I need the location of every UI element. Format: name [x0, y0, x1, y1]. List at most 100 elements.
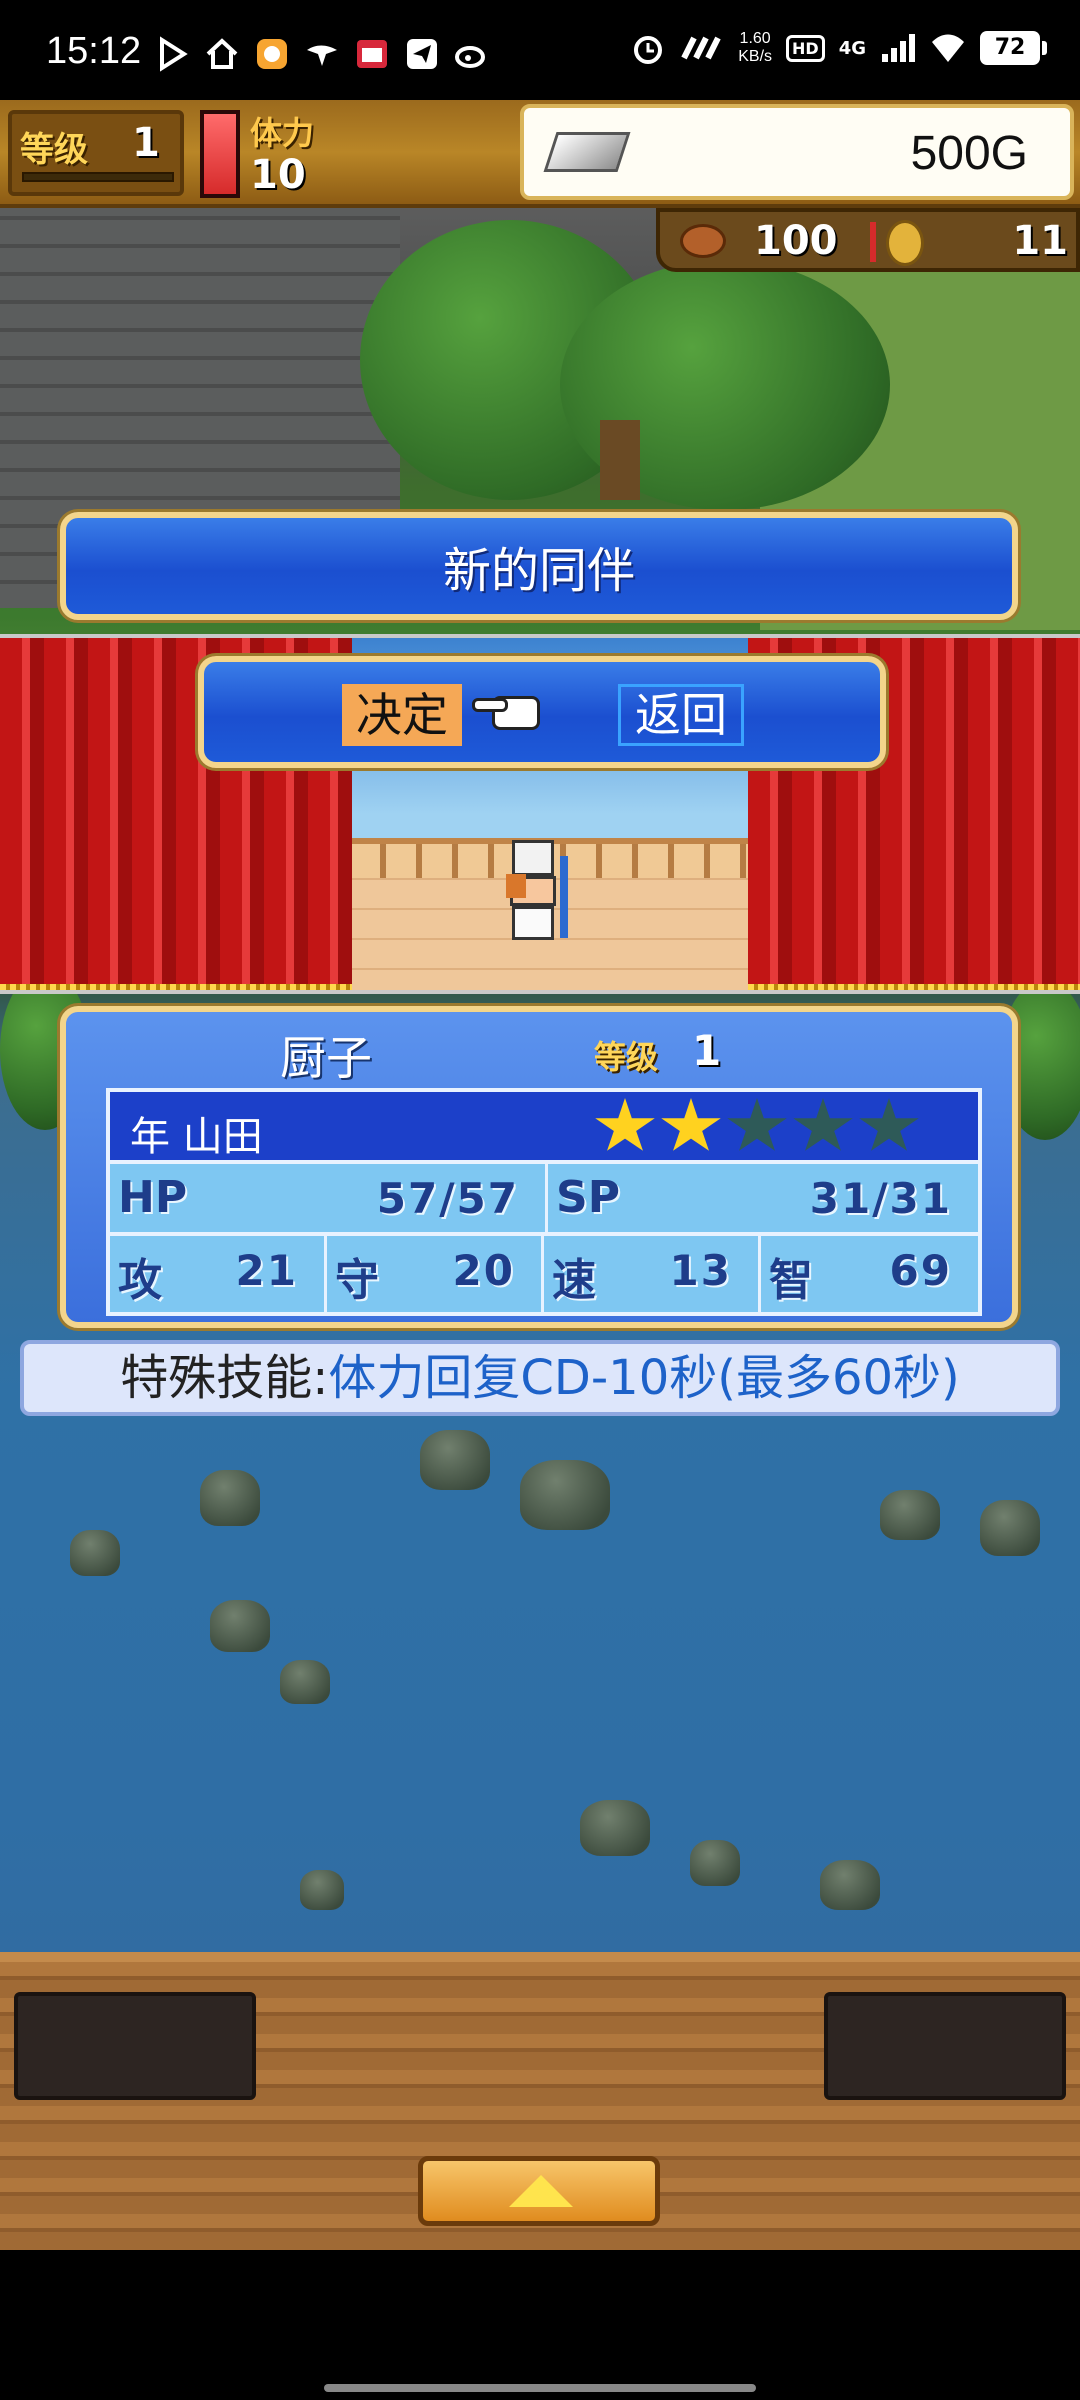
status-time: 15:12 — [46, 30, 142, 72]
coin-icon — [886, 220, 924, 266]
intellect-cell: 智 69 — [761, 1236, 978, 1312]
star-filled-icon — [595, 1098, 655, 1151]
level-label: 等级 — [20, 130, 88, 170]
chef-body — [512, 906, 554, 940]
speed-cell: 速 13 — [544, 1236, 761, 1312]
food-value: 100 — [754, 218, 838, 264]
character-name: 年 山田 — [130, 1114, 263, 1160]
sp-label: SP — [556, 1172, 620, 1223]
character-card: 厨子 等级 1 年 山田 HP 57/57 SP 31/31 攻 21 守 20… — [60, 1006, 1018, 1328]
stamina-bar-fill — [204, 114, 236, 194]
dialog-title: 新的同伴 — [442, 543, 635, 599]
sea-rock — [880, 1490, 940, 1540]
money-display[interactable]: 500G — [520, 104, 1074, 200]
star-empty-icon — [859, 1098, 919, 1151]
sea-rock — [690, 1840, 740, 1886]
sea-rock — [70, 1530, 120, 1576]
curtain-fringe — [748, 984, 1080, 990]
defense-cell: 守 20 — [327, 1236, 544, 1312]
status-bar: 15:12 1.60 KB/s HD 4G 72 — [0, 0, 1080, 100]
star-empty-icon — [727, 1098, 787, 1151]
home-icon — [206, 38, 238, 69]
back-button[interactable]: 返回 — [618, 684, 744, 746]
weibo-icon — [455, 46, 485, 68]
attack-cell: 攻 21 — [110, 1236, 327, 1312]
top-hud: 等级 1 体力 10 500G — [0, 100, 1080, 208]
expand-menu-button[interactable] — [418, 2156, 660, 2226]
network-type: 4G — [838, 37, 866, 59]
skill-value: 体力回复CD-10秒(最多60秒) — [328, 1350, 960, 1406]
skill-label: 特殊技能: — [120, 1350, 329, 1406]
calendar-icon — [357, 40, 387, 68]
gesture-handle[interactable] — [324, 2384, 756, 2392]
money-value: 500G — [910, 127, 1028, 180]
bird-icon — [307, 45, 337, 66]
character-class: 厨子 — [280, 1031, 372, 1085]
wifi-icon — [932, 34, 964, 62]
meat-icon — [680, 224, 726, 258]
network-speed-unit: KB/s — [738, 48, 773, 65]
hp-cell: HP 57/57 — [110, 1164, 548, 1232]
system-navigation-bar — [0, 2250, 1080, 2400]
sea-rock — [280, 1660, 330, 1704]
character-name-row: 年 山田 — [110, 1092, 978, 1164]
up-arrow-icon — [509, 2175, 573, 2207]
sea-rock — [420, 1430, 490, 1490]
hd-badge: HD — [786, 34, 825, 62]
star-filled-icon — [661, 1098, 721, 1151]
sea-rock — [820, 1860, 880, 1910]
defense-label: 守 — [335, 1255, 379, 1306]
signal-brand-icon — [681, 36, 721, 60]
silver-ingot-icon — [543, 132, 631, 172]
character-level-label: 等级 — [594, 1038, 659, 1076]
hp-sp-row: HP 57/57 SP 31/31 — [110, 1164, 978, 1236]
stamina-bar — [200, 110, 240, 198]
stamina: 体力 10 — [250, 108, 314, 196]
play-icon — [160, 36, 188, 72]
attack-value: 21 — [235, 1246, 298, 1295]
left-menu-slot[interactable] — [14, 1992, 256, 2100]
sp-value: 31/31 — [809, 1174, 952, 1223]
confirm-button[interactable]: 决定 — [342, 684, 462, 746]
intellect-label: 智 — [769, 1255, 813, 1306]
system-indicators: 1.60 KB/s HD 4G 72 — [630, 30, 1047, 66]
resource-counters: 100 11 — [656, 208, 1080, 272]
sea-rock — [980, 1500, 1040, 1556]
sea-rock — [200, 1470, 260, 1526]
right-menu-slot[interactable] — [824, 1992, 1066, 2100]
curtain-fringe — [0, 984, 352, 990]
star-empty-icon — [793, 1098, 853, 1151]
coin-value: 11 — [1012, 218, 1068, 264]
character-stats-table: 年 山田 HP 57/57 SP 31/31 攻 21 守 20 速 13 智 … — [106, 1088, 982, 1316]
paper-plane-icon — [407, 39, 437, 69]
dialog-title-banner: 新的同伴 — [60, 512, 1018, 620]
cell-signal-icon — [882, 34, 915, 62]
player-level: 等级 1 — [8, 110, 184, 196]
sea-rock — [580, 1800, 650, 1856]
pointing-hand-icon — [472, 688, 552, 736]
speed-label: 速 — [552, 1255, 596, 1306]
stamina-label: 体力 — [250, 114, 315, 152]
hp-label: HP — [118, 1172, 188, 1223]
level-value: 1 — [132, 120, 160, 166]
rarity-stars — [594, 1098, 920, 1156]
hand-finger — [472, 698, 508, 712]
battery-indicator: 72 — [980, 31, 1047, 65]
chef-hat — [512, 840, 554, 876]
chef-hair — [506, 874, 526, 898]
attack-label: 攻 — [118, 1255, 162, 1306]
app-icon — [257, 39, 287, 69]
intellect-value: 69 — [889, 1246, 952, 1295]
sea-rock — [300, 1870, 344, 1910]
chef-character-sprite — [502, 840, 568, 948]
game-screen[interactable]: 等级 1 体力 10 500G 100 11 新的同伴 决定 返回 厨子 等级 … — [0, 100, 1080, 2250]
notification-icons — [154, 36, 490, 72]
exp-bar — [22, 172, 174, 182]
alarm-icon — [634, 36, 663, 64]
network-speed: 1.60 KB/s — [738, 30, 772, 66]
chef-staff — [560, 856, 568, 938]
sea-rock — [210, 1600, 270, 1652]
stamina-value: 10 — [250, 152, 306, 198]
sp-cell: SP 31/31 — [548, 1164, 978, 1232]
hp-value: 57/57 — [376, 1174, 519, 1223]
